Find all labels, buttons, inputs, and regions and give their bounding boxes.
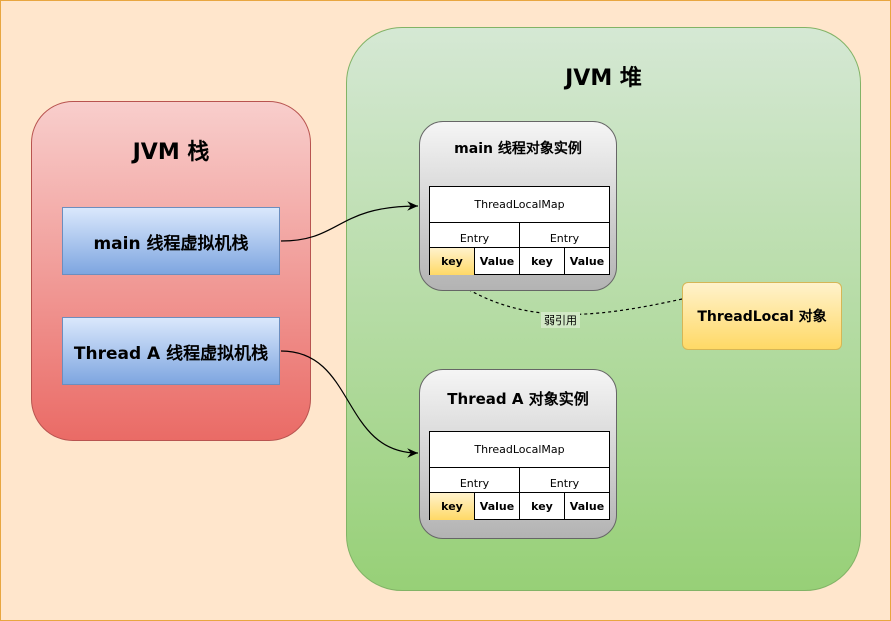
value-cell: Value [474,248,519,275]
map-label: ThreadLocalMap [430,432,609,468]
key-cell-highlighted: key [430,248,474,275]
main-threadlocalmap: ThreadLocalMap Entry Entry key Value key… [429,186,610,275]
diagram-canvas: JVM 栈 main 线程虚拟机栈 Thread A 线程虚拟机栈 JVM 堆 … [0,0,891,621]
map-label: ThreadLocalMap [430,187,609,223]
entry-row: Entry Entry [430,223,609,248]
main-instance-title: main 线程对象实例 [454,141,582,157]
entry-row: Entry Entry [430,468,609,493]
value-cell: Value [474,493,519,520]
thread-a-object-instance: Thread A 对象实例 ThreadLocalMap Entry Entry… [419,369,617,539]
thread-a-threadlocalmap: ThreadLocalMap Entry Entry key Value key… [429,431,610,520]
value-cell: Value [564,248,609,275]
entry-cell: Entry [459,477,490,490]
thread-a-instance-title: Thread A 对象实例 [447,390,589,408]
thread-a-reference-edge [280,350,419,458]
key-cell-highlighted: key [430,493,474,520]
key-value-row: key Value key Value [430,248,609,275]
main-thread-object-instance: main 线程对象实例 ThreadLocalMap Entry Entry k… [419,121,617,291]
key-cell: key [519,493,564,520]
main-thread-reference-edge [280,201,419,242]
entry-cell: Entry [519,468,609,492]
entry-cell: Entry [519,223,609,247]
value-cell: Value [564,493,609,520]
weak-reference-label: 弱引用 [541,312,580,328]
key-value-row: key Value key Value [430,493,609,520]
key-cell: key [519,248,564,275]
threadlocal-object: ThreadLocal 对象 [682,282,842,350]
entry-cell: Entry [459,232,490,245]
